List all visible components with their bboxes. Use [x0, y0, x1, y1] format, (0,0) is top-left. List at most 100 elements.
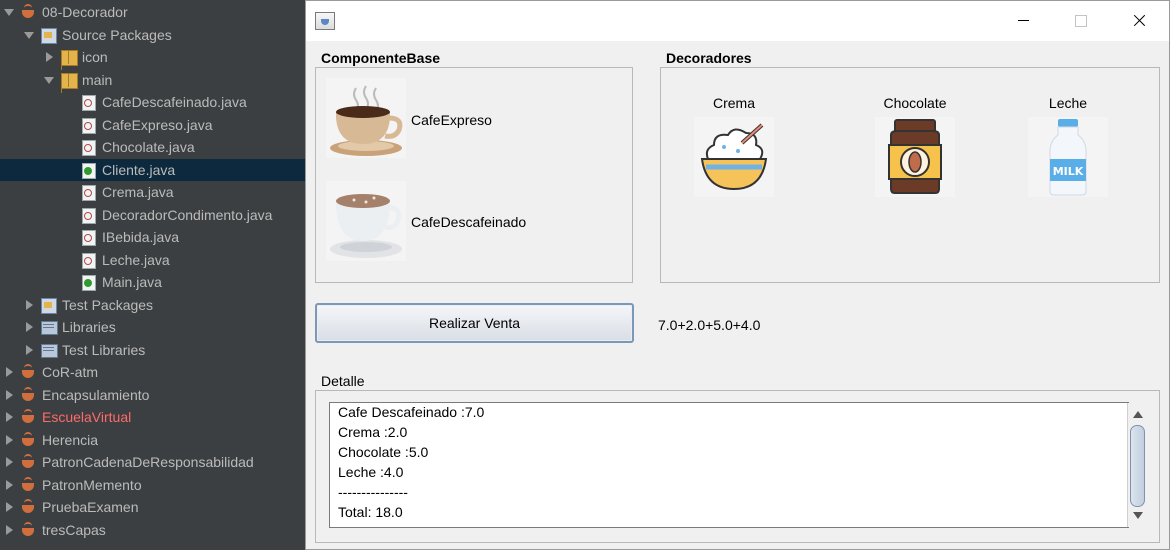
realizar-venta-button[interactable]: Realizar Venta: [315, 303, 634, 343]
tree-item-label: CafeExpreso.java: [102, 116, 213, 133]
detail-section-title: Detalle: [321, 373, 365, 389]
tree-item-label: IBebida.java: [102, 229, 180, 246]
tree-item[interactable]: Source Packages: [0, 24, 305, 47]
close-button[interactable]: [1110, 1, 1168, 41]
tree-item[interactable]: Main.java: [0, 271, 305, 294]
collapsed-arrow-icon[interactable]: [24, 344, 34, 355]
java-file-icon: [80, 184, 98, 202]
expanded-arrow-icon[interactable]: [4, 7, 14, 17]
detail-scrollbar[interactable]: [1127, 403, 1146, 527]
tree-item[interactable]: CoR-atm: [0, 361, 305, 384]
decorators-panel: Crema Chocolate Leche MILK: [660, 67, 1160, 283]
expanded-arrow-icon[interactable]: [44, 75, 54, 85]
tree-item-label: PatronMemento: [42, 476, 142, 493]
tree-item[interactable]: PatronMemento: [0, 474, 305, 497]
minimize-button[interactable]: [994, 1, 1052, 41]
tree-item[interactable]: CafeDescafeinado.java: [0, 91, 305, 114]
collapsed-arrow-icon[interactable]: [24, 299, 34, 310]
tree-item[interactable]: Test Packages: [0, 294, 305, 317]
java-file-icon: [80, 207, 98, 224]
test-packages-icon: [40, 297, 58, 314]
java-project-icon: [20, 431, 38, 448]
collapsed-arrow-icon[interactable]: [4, 479, 14, 490]
collapsed-arrow-icon[interactable]: [4, 502, 14, 513]
leche-label: Leche: [1048, 95, 1088, 111]
tree-item-label: Chocolate.java: [102, 139, 195, 156]
collapsed-arrow-icon[interactable]: [4, 389, 14, 400]
tree-item[interactable]: IBebida.java: [0, 226, 305, 249]
tree-item[interactable]: Herencia: [0, 429, 305, 452]
crema-label: Crema: [712, 95, 755, 111]
tree-item[interactable]: Chocolate.java: [0, 136, 305, 159]
tree-item[interactable]: Libraries: [0, 316, 305, 339]
tree-item-label: 08-Decorador: [42, 4, 128, 21]
java-file-icon: [80, 117, 98, 134]
tree-item-label: Cliente.java: [102, 161, 176, 178]
tree-item-label: Main.java: [102, 274, 162, 291]
collapsed-arrow-icon[interactable]: [44, 52, 54, 63]
java-project-icon: [20, 364, 38, 380]
tree-item-label: Leche.java: [102, 251, 170, 268]
tree-item-label: main: [82, 71, 113, 88]
collapsed-arrow-icon[interactable]: [4, 412, 14, 423]
tree-item-label: Test Packages: [62, 296, 154, 313]
detail-line: Leche :4.0: [338, 464, 404, 480]
milk-bottle-icon[interactable]: MILK: [1028, 117, 1108, 197]
cream-bowl-icon[interactable]: [694, 117, 774, 197]
tree-item[interactable]: Cliente.java: [0, 158, 305, 181]
window-titlebar[interactable]: [306, 1, 1169, 41]
scroll-thumb[interactable]: [1130, 425, 1145, 507]
collapsed-arrow-icon[interactable]: [4, 457, 14, 468]
java-interface-icon: [80, 229, 98, 247]
base-section-title: ComponenteBase: [321, 50, 441, 66]
maximize-button[interactable]: [1052, 1, 1110, 41]
java-project-icon: [20, 386, 38, 403]
libraries-icon: [40, 342, 58, 358]
java-project-warning-icon: [20, 409, 38, 425]
tree-item-label: Test Libraries: [62, 341, 146, 358]
java-project-icon: [20, 454, 38, 470]
java-main-file-icon: [80, 274, 98, 292]
java-app-window: ComponenteBase CafeExpreso CafeDescafein…: [305, 0, 1170, 550]
cafe-descafeinado-label: CafeDescafeinado: [411, 214, 527, 230]
chocolate-jar-icon[interactable]: [875, 117, 955, 197]
scroll-down-arrow-icon[interactable]: [1130, 508, 1145, 524]
tree-item[interactable]: Encapsulamiento: [0, 384, 305, 407]
tree-item[interactable]: icon: [0, 46, 305, 69]
tree-item[interactable]: EscuelaVirtual: [0, 406, 305, 429]
detail-textarea[interactable]: Cafe Descafeinado :7.0 Crema :2.0 Chocol…: [329, 402, 1129, 528]
chocolate-label: Chocolate: [883, 95, 947, 111]
java-file-icon: [80, 94, 98, 112]
tree-item[interactable]: tresCapas: [0, 519, 305, 542]
cafe-expreso-label: CafeExpreso: [411, 112, 492, 128]
java-project-icon: [20, 476, 38, 493]
tree-item[interactable]: Test Libraries: [0, 339, 305, 362]
project-tree: 08-Decorador Source Packages icon main CafeD…: [0, 0, 305, 550]
tree-item[interactable]: Crema.java: [0, 181, 305, 204]
libraries-icon: [40, 319, 58, 336]
collapsed-arrow-icon[interactable]: [4, 524, 14, 535]
tree-item[interactable]: DecoradorCondimento.java: [0, 204, 305, 227]
collapsed-arrow-icon[interactable]: [4, 434, 14, 445]
tree-item[interactable]: Leche.java: [0, 249, 305, 272]
decaf-coffee-cup-icon[interactable]: [326, 181, 406, 261]
coffee-cup-icon[interactable]: [326, 78, 406, 158]
collapsed-arrow-icon[interactable]: [24, 322, 34, 333]
java-file-icon: [80, 252, 98, 269]
collapsed-arrow-icon[interactable]: [4, 367, 14, 378]
detail-line: Total: 18.0: [338, 504, 403, 520]
java-main-file-icon: [80, 162, 98, 179]
expanded-arrow-icon[interactable]: [24, 30, 34, 40]
tree-item[interactable]: main: [0, 69, 305, 92]
tree-item-label: PruebaExamen: [42, 499, 139, 516]
tree-item-label: CoR-atm: [42, 364, 99, 381]
tree-item[interactable]: PatronCadenaDeResponsabilidad: [0, 451, 305, 474]
source-packages-icon: [40, 27, 58, 44]
tree-item[interactable]: 08-Decorador: [0, 1, 305, 24]
tree-item[interactable]: CafeExpreso.java: [0, 114, 305, 137]
package-icon: [60, 49, 78, 67]
tree-item[interactable]: PruebaExamen: [0, 496, 305, 519]
tree-item-label: CafeDescafeinado.java: [102, 94, 247, 111]
java-file-icon: [80, 139, 98, 157]
scroll-up-arrow-icon[interactable]: [1130, 406, 1145, 422]
